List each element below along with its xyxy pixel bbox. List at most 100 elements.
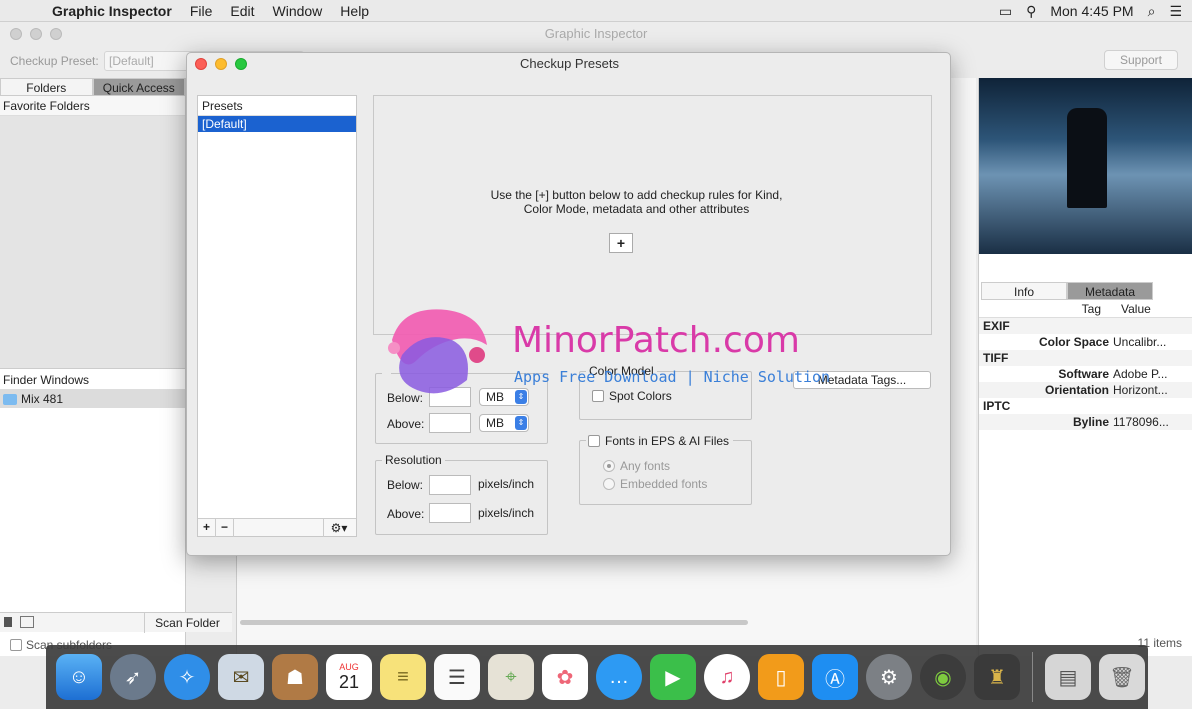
zoom-button[interactable]	[50, 28, 62, 40]
rules-message-line: Color Mode, metadata and other attribute…	[523, 202, 750, 216]
maps-icon[interactable]: ⌖	[488, 654, 534, 700]
table-row[interactable]: Byline 1178096...	[979, 414, 1192, 430]
size-above-field[interactable]	[429, 413, 471, 433]
calendar-icon[interactable]: AUG 21	[326, 654, 372, 700]
system-preferences-icon[interactable]: ⚙	[866, 654, 912, 700]
radio-icon[interactable]	[603, 460, 615, 472]
menu-window[interactable]: Window	[273, 3, 323, 19]
facetime-icon[interactable]: ▶	[650, 654, 696, 700]
gear-icon[interactable]: ⚙▾	[324, 521, 354, 535]
size-above-unit-select[interactable]: MB ⇕	[479, 414, 529, 432]
minimize-button[interactable]	[30, 28, 42, 40]
list-item[interactable]: [Default]	[198, 116, 356, 132]
dialog-close-button[interactable]	[195, 58, 207, 70]
add-rule-button[interactable]: +	[609, 233, 633, 253]
checkbox-icon[interactable]	[588, 435, 600, 447]
menubar-clock[interactable]: Mon 4:45 PM	[1050, 3, 1133, 19]
tab-metadata[interactable]: Metadata	[1067, 282, 1153, 300]
value-cell: 1178096...	[1113, 415, 1169, 429]
finder-icon[interactable]: ☺	[56, 654, 102, 700]
table-row[interactable]: IPTC	[979, 398, 1192, 414]
any-fonts-label: Any fonts	[620, 459, 671, 473]
table-row[interactable]: TIFF	[979, 350, 1192, 366]
close-button[interactable]	[10, 28, 22, 40]
rules-area: Use the [+] button below to add checkup …	[373, 95, 932, 335]
contacts-icon[interactable]: ☗	[272, 654, 318, 700]
value-cell: Uncalibr...	[1113, 335, 1167, 349]
tab-quick-access[interactable]: Quick Access	[92, 78, 185, 96]
downloads-stack-icon[interactable]: ▤	[1045, 654, 1091, 700]
horizontal-scrollbar[interactable]	[240, 620, 748, 625]
remove-preset-button[interactable]: −	[216, 518, 234, 537]
table-row[interactable]: Software Adobe P...	[979, 366, 1192, 382]
mail-icon[interactable]: ✉	[218, 654, 264, 700]
graphic-inspector-icon[interactable]: ◉	[920, 654, 966, 700]
app-store-icon[interactable]: Ⓐ	[812, 654, 858, 700]
launchpad-icon[interactable]: ➶	[110, 654, 156, 700]
train-icon[interactable]: ⚲	[1026, 3, 1036, 20]
watermark: MinorPatch.com Apps Free Download | Nich…	[372, 300, 832, 410]
res-below-field[interactable]	[429, 475, 471, 495]
table-row[interactable]: Orientation Horizont...	[979, 382, 1192, 398]
sidebar-bottom-bar: Scan Folder	[0, 612, 232, 633]
menu-bar: Graphic Inspector File Edit Window Help …	[0, 0, 1192, 22]
airplay-icon[interactable]: ▭	[999, 3, 1012, 20]
ibooks-icon[interactable]: ▯	[758, 654, 804, 700]
radio-icon[interactable]	[603, 478, 615, 490]
stepper-icon: ⇕	[515, 416, 527, 430]
table-row[interactable]: EXIF	[979, 318, 1192, 334]
metadata-header: Tag Value	[979, 300, 1192, 318]
tab-folders[interactable]: Folders	[0, 78, 93, 96]
support-button[interactable]: Support	[1104, 50, 1178, 70]
col-tag[interactable]: Tag	[979, 300, 1105, 317]
list-menu-icon[interactable]: ☰	[1169, 3, 1182, 20]
dock-separator	[1032, 652, 1033, 702]
tag-cell: Orientation	[1044, 383, 1109, 397]
presets-list: Presets [Default] + − ⚙▾	[197, 95, 357, 537]
any-fonts-radio[interactable]: Any fonts	[603, 459, 670, 473]
group-label: IPTC	[983, 399, 1011, 413]
embedded-fonts-radio[interactable]: Embedded fonts	[603, 477, 707, 491]
reminders-icon[interactable]: ☰	[434, 654, 480, 700]
favorite-folders-list[interactable]	[0, 116, 185, 368]
notes-icon[interactable]: ≡	[380, 654, 426, 700]
metadata-table: EXIF Color Space Uncalibr... TIFF Softwar…	[979, 318, 1192, 430]
scan-folder-button[interactable]: Scan Folder	[144, 613, 230, 633]
bookmark-icon[interactable]	[4, 617, 12, 627]
itunes-icon[interactable]: ♫	[704, 654, 750, 700]
list-item[interactable]: Mix 481	[0, 390, 185, 408]
checkbox-icon[interactable]	[10, 639, 22, 651]
menu-file[interactable]: File	[190, 3, 213, 19]
res-above-field[interactable]	[429, 503, 471, 523]
photos-icon[interactable]: ✿	[542, 654, 588, 700]
app-icon[interactable]: ♜	[974, 654, 1020, 700]
menu-help[interactable]: Help	[340, 3, 369, 19]
above-label: Above:	[387, 417, 425, 431]
favorite-folders-header: Favorite Folders	[0, 96, 185, 116]
add-preset-button[interactable]: +	[198, 518, 216, 537]
below-label: Below:	[387, 478, 424, 492]
tab-info[interactable]: Info	[981, 282, 1067, 300]
folder-name: Mix 481	[21, 392, 64, 406]
trash-icon[interactable]: 🗑	[1099, 654, 1145, 700]
unit-label: pixels/inch	[478, 506, 535, 520]
dock: ☺ ➶ ✧ ✉ ☗ AUG 21 ≡ ☰ ⌖ ✿ … ▶ ♫ ▯ Ⓐ ⚙ ◉ ♜…	[46, 645, 1148, 709]
window-title: Graphic Inspector	[544, 26, 648, 41]
messages-icon[interactable]: …	[596, 654, 642, 700]
rules-message-line: Use the [+] button below to add checkup …	[490, 188, 783, 202]
col-value[interactable]: Value	[1105, 300, 1185, 317]
app-menu[interactable]: Graphic Inspector	[52, 3, 172, 19]
rules-message: Use the [+] button below to add checkup …	[374, 188, 899, 216]
screenshot-icon[interactable]	[20, 616, 34, 628]
presets-header: Presets	[198, 96, 356, 116]
safari-icon[interactable]: ✧	[164, 654, 210, 700]
fonts-checkbox[interactable]: Fonts in EPS & AI Files	[588, 434, 734, 448]
table-row[interactable]: Color Space Uncalibr...	[979, 334, 1192, 350]
menu-edit[interactable]: Edit	[230, 3, 254, 19]
dialog-zoom-button[interactable]	[235, 58, 247, 70]
finder-windows-header: Finder Windows	[0, 368, 185, 390]
search-icon[interactable]: ⌕	[1148, 3, 1156, 20]
unit-label: MB	[486, 416, 504, 430]
dialog-minimize-button[interactable]	[215, 58, 227, 70]
value-cell: Horizont...	[1113, 383, 1168, 397]
